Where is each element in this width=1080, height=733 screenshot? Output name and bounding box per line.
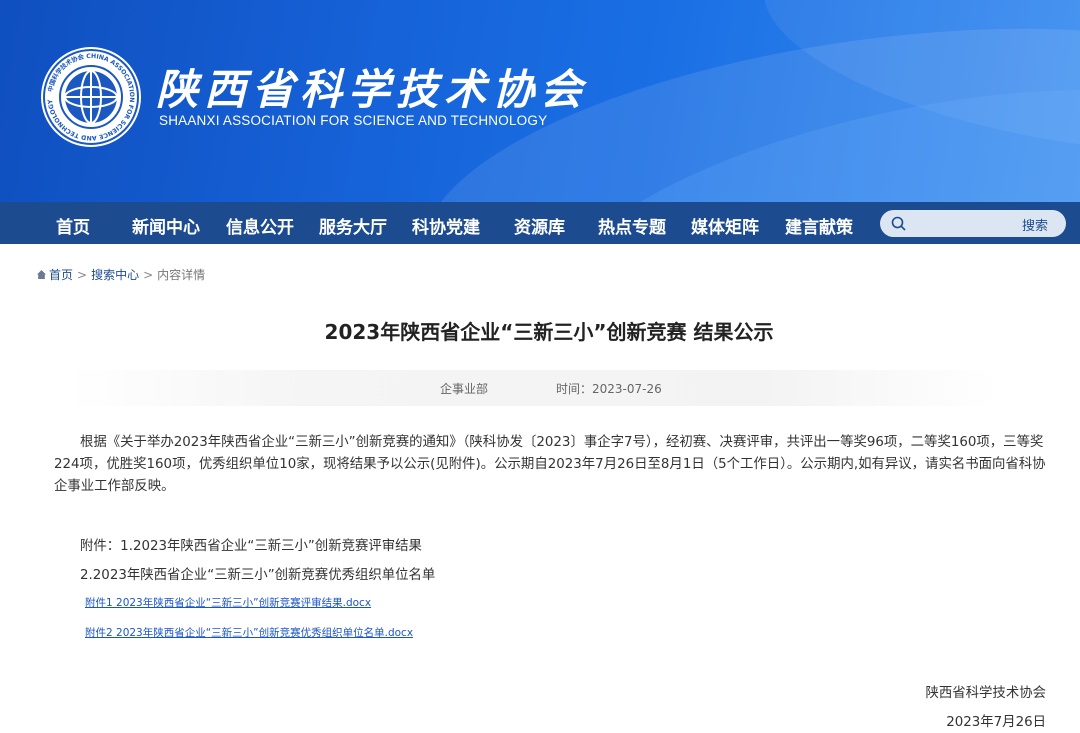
article-department: 企事业部 bbox=[440, 382, 489, 396]
site-name-en: SHAANXI ASSOCIATION FOR SCIENCE AND TECH… bbox=[159, 113, 548, 128]
nav-item-suggestions[interactable]: 建言献策 bbox=[785, 213, 853, 238]
article-time: 时间：2023-07-26 bbox=[556, 382, 662, 396]
attachment-list-item: 2.2023年陕西省企业“三新三小”创新竞赛优秀组织单位名单 bbox=[80, 568, 436, 583]
signature-date: 2023年7月26日 bbox=[946, 715, 1046, 730]
breadcrumb-current: 内容详情 bbox=[157, 268, 206, 282]
attachment-file-link-2[interactable]: 附件2 2023年陕西省企业“三新三小”创新竞赛优秀组织单位名单.docx bbox=[85, 625, 413, 640]
nav-item-services[interactable]: 服务大厅 bbox=[319, 213, 387, 238]
nav-item-home[interactable]: 首页 bbox=[56, 213, 90, 238]
signature-org: 陕西省科学技术协会 bbox=[925, 686, 1046, 701]
home-icon bbox=[37, 270, 46, 279]
nav-item-topics[interactable]: 热点专题 bbox=[598, 213, 666, 238]
breadcrumb-separator: > bbox=[143, 268, 154, 282]
attachment-file-link-1[interactable]: 附件1 2023年陕西省企业“三新三小”创新竞赛评审结果.docx bbox=[85, 595, 371, 610]
nav-item-info[interactable]: 信息公开 bbox=[226, 213, 294, 238]
breadcrumb-home-link[interactable]: 首页 bbox=[49, 268, 73, 282]
nav-item-news[interactable]: 新闻中心 bbox=[132, 213, 200, 238]
main-nav: 首页 新闻中心 信息公开 服务大厅 科协党建 资源库 热点专题 媒体矩阵 建言献… bbox=[0, 202, 1080, 244]
breadcrumb: 首页 > 搜索中心 > 内容详情 bbox=[36, 266, 205, 283]
search-icon bbox=[891, 216, 906, 231]
nav-item-party[interactable]: 科协党建 bbox=[412, 213, 480, 238]
breadcrumb-search-center-link[interactable]: 搜索中心 bbox=[91, 268, 139, 282]
nav-item-media[interactable]: 媒体矩阵 bbox=[691, 213, 759, 238]
article-body: 根据《关于举办2023年陕西省企业“三新三小”创新竞赛的通知》（陕科协发〔202… bbox=[54, 435, 1046, 494]
article-title: 2023年陕西省企业“三新三小”创新竞赛 结果公示 bbox=[324, 320, 774, 344]
search-input[interactable]: 搜索 bbox=[880, 210, 1066, 237]
nav-item-resources[interactable]: 资源库 bbox=[514, 213, 565, 238]
search-button[interactable]: 搜索 bbox=[1022, 215, 1048, 234]
attachment-list-item: 附件：1.2023年陕西省企业“三新三小”创新竞赛评审结果 bbox=[80, 539, 422, 554]
breadcrumb-separator: > bbox=[77, 268, 88, 282]
header-banner: 中国科学技术协会 CHINA ASSOCIATION FOR SCIENCE A… bbox=[0, 0, 1080, 202]
article-meta-bar bbox=[68, 370, 998, 406]
cast-logo-icon[interactable]: 中国科学技术协会 CHINA ASSOCIATION FOR SCIENCE A… bbox=[40, 46, 142, 148]
site-name-cn: 陕西省科学技术协会 bbox=[156, 65, 589, 114]
